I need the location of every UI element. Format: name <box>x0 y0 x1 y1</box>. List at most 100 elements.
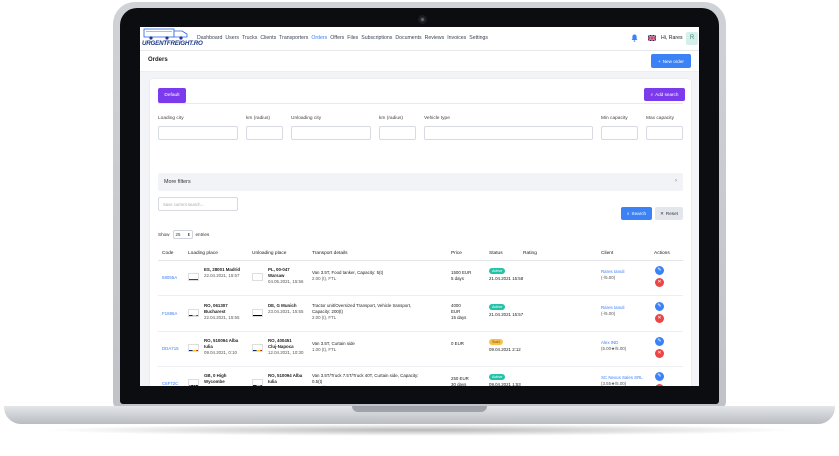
nav-item-offers[interactable]: Offers <box>330 35 344 41</box>
max-capacity-label: Max capacity <box>646 116 674 121</box>
order-code-link[interactable]: 58055A <box>162 275 177 281</box>
nav-item-transporters[interactable]: Transporters <box>279 35 308 41</box>
status-date: 21.04.2021 15:57 <box>489 312 524 317</box>
delete-icon[interactable]: ✕ <box>655 349 664 358</box>
reset-button[interactable]: ✕ Reset <box>655 207 683 220</box>
col-client[interactable]: Client <box>601 251 613 256</box>
uk-flag-icon[interactable] <box>648 35 656 41</box>
client-rating: (-/5.00) <box>601 275 616 280</box>
unloading-date: 23.04.2021, 15:55 <box>268 309 304 314</box>
laptop-shadow <box>40 424 800 436</box>
transport-load: 1.00 (t), FTL <box>312 347 337 352</box>
nav-item-dashboard[interactable]: Dashboard <box>197 35 222 41</box>
loading-date: 09.04.2021, 0:10 <box>204 350 237 355</box>
ro-flag-icon <box>188 344 199 352</box>
save-search-input[interactable]: Save current search... <box>158 197 238 211</box>
add-search-button[interactable]: ⌕ Add search <box>644 88 685 101</box>
orders-card: Default ⌕ Add search Loading city km (ra… <box>150 79 691 386</box>
col-loading[interactable]: Loading place <box>188 251 218 256</box>
col-code[interactable]: Code <box>162 251 173 256</box>
status-badge: Sold <box>489 339 503 345</box>
nav-item-documents[interactable]: Documents <box>395 35 421 41</box>
tab-default[interactable]: Default <box>158 88 186 103</box>
laptop-notch <box>352 406 487 412</box>
edit-icon[interactable]: ✎ <box>655 266 664 275</box>
nav-item-reviews[interactable]: Reviews <box>425 35 445 41</box>
plus-icon: + <box>658 58 661 64</box>
page-header: Orders + New order <box>140 51 699 72</box>
table-row[interactable]: F1886A RO, 061307 Bucharest 22.04.2021, 15:… <box>158 297 683 332</box>
delete-icon[interactable]: ✕ <box>655 314 664 323</box>
col-unloading[interactable]: Unloading place <box>252 251 286 256</box>
col-rating[interactable]: Rating <box>523 251 537 256</box>
search-icon: ⌕ <box>626 211 630 216</box>
transport-load: 2.00 (t), FTL <box>312 315 337 320</box>
nav-item-users[interactable]: Users <box>225 35 239 41</box>
price: 0 EUR <box>451 341 464 346</box>
page-size-select[interactable]: 25 <box>172 230 193 239</box>
price-days: 15 days <box>451 315 467 320</box>
user-greeting[interactable]: Hi, Rares <box>661 35 683 41</box>
loading-date: 09.04.2021, 23:50 <box>204 385 239 386</box>
nav-item-settings[interactable]: Settings <box>469 35 488 41</box>
col-price[interactable]: Price <box>451 251 462 256</box>
table-header: Code Loading place Unloading place Trans… <box>158 249 683 261</box>
unloading-city-input[interactable] <box>291 126 371 140</box>
km-radius-input-2[interactable] <box>379 126 416 140</box>
top-nav-bar: URGENTFREIGHT.RO Dashboard Users Trucks Cli… <box>140 27 699 51</box>
edit-icon[interactable]: ✎ <box>655 337 664 346</box>
webcam-icon <box>418 15 427 24</box>
unloading-date: 12.04.2021, 10:30 <box>268 350 304 355</box>
nav-item-subscriptions[interactable]: Subscriptions <box>361 35 392 41</box>
table-row[interactable]: C6F72CGB, 0 HighWycombe09.04.2021, 23:50… <box>158 367 683 386</box>
more-filters-toggle[interactable]: More filters › <box>158 173 683 191</box>
loading-city-label: Loading city <box>158 116 184 121</box>
loading-city-input[interactable] <box>158 126 238 140</box>
nav-item-orders[interactable]: Orders <box>311 35 327 41</box>
order-code-link[interactable]: C6F72C <box>162 381 178 386</box>
min-capacity-input[interactable] <box>601 126 638 140</box>
col-transport[interactable]: Transport details <box>312 251 348 256</box>
nav-item-trucks[interactable]: Trucks <box>242 35 257 41</box>
col-status[interactable]: Status <box>489 251 503 256</box>
page-title: Orders <box>148 57 168 63</box>
client-rating: (5.00★/5.00) <box>601 346 627 351</box>
edit-icon[interactable]: ✎ <box>655 302 664 311</box>
search-button[interactable]: ⌕ Search <box>621 207 652 220</box>
order-code-link[interactable]: DDA715 <box>162 346 179 352</box>
bell-icon[interactable] <box>631 34 638 42</box>
min-capacity-label: Min capacity <box>601 116 628 121</box>
unloading-city-label: Unloading city <box>291 116 322 121</box>
transport-details: Van 3.5T/Truck 7.5T/Truck 40T, Curtain s… <box>312 373 419 378</box>
nav-item-clients[interactable]: Clients <box>260 35 276 41</box>
pl-flag-icon <box>252 273 263 281</box>
reset-label: Reset <box>665 211 678 216</box>
tab-divider <box>158 103 683 104</box>
table-row[interactable]: 58055A ES, 28001 Madrid 22.04.2021, 15:57 P… <box>158 261 683 296</box>
vehicle-type-label: Vehicle type <box>424 116 450 121</box>
transport-load: 0.50 (t), LTL <box>312 385 336 386</box>
edit-icon[interactable]: ✎ <box>655 372 664 381</box>
delete-icon[interactable]: ✕ <box>655 384 664 386</box>
ro-flag-icon <box>188 309 199 317</box>
ro-flag-icon <box>252 344 263 352</box>
laptop-mockup: URGENTFREIGHT.RO Dashboard Users Trucks Cli… <box>0 0 839 456</box>
km-radius-input-1[interactable] <box>246 126 283 140</box>
status-badge: Active <box>489 268 506 274</box>
logo-text: URGENTFREIGHT.RO <box>142 40 203 47</box>
delete-icon[interactable]: ✕ <box>655 278 664 287</box>
new-order-button[interactable]: + New order <box>651 54 691 68</box>
nav-item-files[interactable]: Files <box>347 35 358 41</box>
max-capacity-input[interactable] <box>646 126 683 140</box>
table-row[interactable]: DDA715 RO, 510094 Alba Iulia 09.04.2021, 0:… <box>158 332 683 367</box>
loading-date: 22.04.2021, 15:57 <box>204 273 240 278</box>
vehicle-type-select[interactable] <box>424 126 593 140</box>
logo[interactable]: URGENTFREIGHT.RO <box>142 28 203 49</box>
status-badge: Active <box>489 304 506 310</box>
close-icon: ✕ <box>660 210 664 216</box>
avatar[interactable]: R <box>686 32 698 45</box>
unloading-date: 16.04.2021, 23:50 <box>268 385 303 386</box>
order-code-link[interactable]: F1886A <box>162 311 177 317</box>
nav-item-invoices[interactable]: Invoices <box>447 35 466 41</box>
transport-load: 2.00 (t), FTL <box>312 276 337 281</box>
